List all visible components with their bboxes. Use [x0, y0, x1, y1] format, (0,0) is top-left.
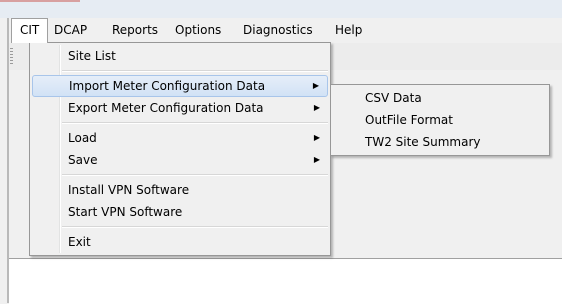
menu-options[interactable]: Options [167, 18, 229, 43]
menu-item-export-meter-config[interactable]: Export Meter Configuration Data ▶ [32, 97, 328, 119]
menu-item-exit[interactable]: Exit [32, 231, 328, 253]
menu-item-import-meter-config[interactable]: Import Meter Configuration Data ▶ [32, 75, 328, 97]
menu-help[interactable]: Help [327, 18, 370, 43]
submenu-item-tw2-site-summary[interactable]: TW2 Site Summary [333, 131, 547, 153]
submenu-arrow-icon: ▶ [313, 133, 320, 142]
menu-item-site-list[interactable]: Site List [32, 45, 328, 67]
submenu-item-csv-data[interactable]: CSV Data [333, 87, 547, 109]
menu-separator [62, 70, 328, 72]
menu-dcap[interactable]: DCAP [46, 18, 95, 43]
menu-item-save-label: Save [68, 153, 98, 167]
menu-separator [62, 174, 328, 176]
submenu-arrow-icon: ▶ [313, 155, 320, 164]
title-accent [0, 0, 80, 2]
menu-item-load[interactable]: Load ▶ [32, 127, 328, 149]
submenu-arrow-icon: ▶ [313, 103, 320, 112]
menu-item-export-label: Export Meter Configuration Data [68, 101, 264, 115]
menu-separator [62, 226, 328, 228]
menu-item-install-vpn[interactable]: Install VPN Software [32, 179, 328, 201]
toolbar-grip[interactable] [10, 48, 13, 64]
menu-cit[interactable]: CIT [11, 18, 49, 43]
content-panel [9, 258, 562, 304]
cit-dropdown-menu: Site List Import Meter Configuration Dat… [29, 42, 331, 256]
window-title-strip [0, 0, 562, 18]
menu-reports[interactable]: Reports [104, 18, 166, 43]
menu-separator [62, 122, 328, 124]
menu-item-load-label: Load [68, 131, 97, 145]
menu-item-save[interactable]: Save ▶ [32, 149, 328, 171]
import-submenu: CSV Data OutFile Format TW2 Site Summary [330, 84, 550, 156]
menu-diagnostics[interactable]: Diagnostics [235, 18, 321, 43]
menu-item-start-vpn[interactable]: Start VPN Software [32, 201, 328, 223]
submenu-arrow-icon: ▶ [312, 81, 319, 90]
menu-bar: CIT DCAP Reports Options Diagnostics Hel… [9, 18, 562, 43]
submenu-item-outfile-format[interactable]: OutFile Format [333, 109, 547, 131]
menu-item-import-label: Import Meter Configuration Data [69, 79, 266, 93]
